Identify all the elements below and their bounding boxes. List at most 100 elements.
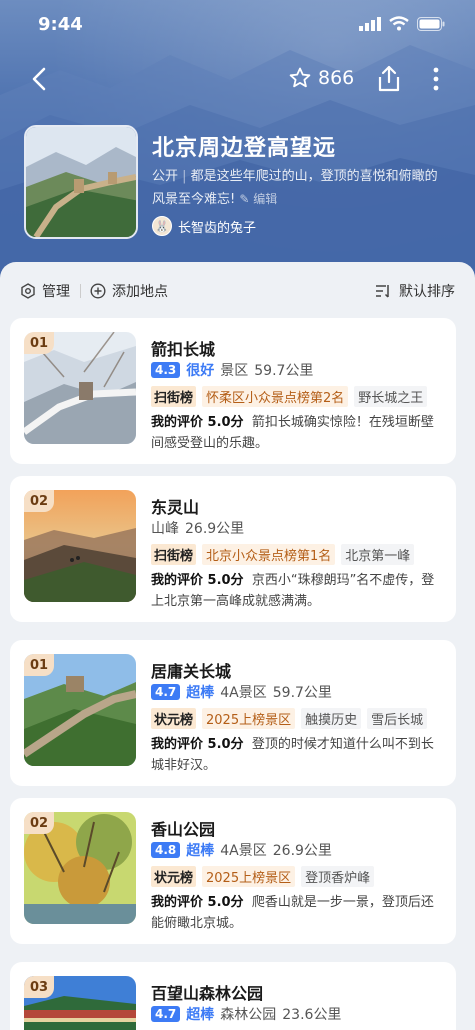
ranking-label: 状元榜 (151, 708, 197, 729)
place-meta: 山峰 26.9公里 (151, 518, 244, 538)
rating-word: 超棒 (186, 685, 215, 701)
ranking-label: 扫街榜 (151, 544, 197, 565)
rating-score: 4.3 (151, 362, 181, 378)
my-review: 我的评价 5.0分 爬香山就是一步一景，登顶后还能俯瞰北京城。 (151, 892, 443, 934)
rating-score: 4.7 (151, 684, 181, 700)
rank-badge: 01 (24, 332, 54, 354)
rating-word: 超棒 (186, 1007, 215, 1023)
signal-icon (359, 16, 381, 31)
ranking-text[interactable]: 2025上榜景区 (202, 866, 296, 887)
review-label: 我的评价 5.0分 (151, 895, 244, 910)
visibility-label: 公开 (152, 169, 179, 184)
sort-label: 默认排序 (399, 284, 455, 300)
more-icon[interactable] (428, 64, 444, 94)
ranking-text[interactable]: 2025上榜景区 (202, 708, 296, 729)
place-thumbnail: 01 (24, 654, 136, 766)
rating-word: 超棒 (186, 843, 215, 859)
place-tags: 状元榜 2025上榜景区 登顶香炉峰 (151, 866, 375, 887)
place-name: 百望山森林公园 (151, 984, 264, 1003)
place-card[interactable]: 02 香山公园 4.8 超棒 4A景区 26.9公里 状元榜 2025上榜景区 … (10, 798, 456, 944)
rating-word: 很好 (186, 363, 215, 379)
my-review: 我的评价 5.0分 京西小“珠穆朗玛”名不虚传，登上北京第一高峰成就感满满。 (151, 570, 443, 612)
list-title: 北京周边登高望远 (152, 136, 337, 161)
wifi-icon (389, 16, 409, 31)
place-category: 山峰 (151, 521, 179, 537)
place-distance: 26.9公里 (185, 521, 245, 537)
place-card[interactable]: 02 东灵山 山峰 26.9公里 扫街榜 北京小众景点榜第1名 北京第一峰 我的… (10, 476, 456, 622)
my-review: 我的评价 5.0分 登顶的时候才知道什么叫不到长城非好汉。 (151, 734, 443, 776)
sort-icon (376, 285, 389, 298)
plus-circle-icon (90, 283, 106, 299)
list-toolbar: 管理 添加地点 默认排序 (0, 276, 475, 306)
avatar: 🐰 (152, 216, 172, 236)
settings-icon (21, 283, 35, 299)
place-tags: 扫街榜 北京小众景点榜第1名 北京第一峰 (151, 544, 415, 565)
author-row[interactable]: 🐰 长智齿的兔子 (152, 216, 256, 236)
back-arrow-icon[interactable] (26, 64, 56, 94)
place-name: 居庸关长城 (151, 662, 232, 681)
ranking-text[interactable]: 北京小众景点榜第1名 (202, 544, 336, 565)
place-meta: 4.8 超棒 4A景区 26.9公里 (151, 840, 332, 860)
place-category: 景区 (220, 363, 249, 379)
list-cover-image (24, 125, 138, 239)
toolbar-divider (80, 284, 81, 298)
place-category: 森林公园 (220, 1007, 277, 1023)
top-nav: 866 (0, 56, 475, 104)
place-name: 东灵山 (151, 498, 200, 517)
place-meta: 4.7 超棒 4A景区 59.7公里 (151, 682, 332, 702)
ranking-text[interactable]: 怀柔区小众景点榜第2名 (202, 386, 349, 407)
author-name: 长智齿的兔子 (178, 220, 257, 236)
manage-label: 管理 (42, 284, 70, 300)
review-label: 我的评价 5.0分 (151, 737, 244, 752)
place-tags: 状元榜 2025上榜景区 触摸历史 雪后长城 (151, 708, 428, 729)
share-icon[interactable] (374, 64, 404, 94)
status-time: 9:44 (38, 14, 83, 35)
place-card[interactable]: 03 百望山森林公园 4.7 超棒 森林公园 23.6公里 (10, 962, 456, 1030)
place-distance: 23.6公里 (282, 1007, 342, 1023)
place-distance: 59.7公里 (272, 685, 332, 701)
rank-badge: 02 (24, 812, 54, 834)
rank-badge: 03 (24, 976, 54, 998)
favorite-button[interactable]: 866 (288, 66, 354, 90)
place-grade: 4A景区 (220, 843, 267, 859)
place-distance: 26.9公里 (272, 843, 332, 859)
place-grade: 4A景区 (220, 685, 267, 701)
description-text: 都是这些年爬过的山，登顶的喜悦和俯瞰的风景至今难忘! (152, 169, 438, 207)
place-card[interactable]: 01 箭扣长城 4.3 很好 景区 59.7公里 扫街榜 怀柔区小众景点榜第2名… (10, 318, 456, 464)
feature-tag: 北京第一峰 (341, 544, 415, 565)
rating-score: 4.7 (151, 1006, 181, 1022)
status-bar: 9:44 (0, 0, 475, 50)
place-meta: 4.3 很好 景区 59.7公里 (151, 360, 313, 380)
star-icon (289, 67, 311, 88)
place-tags: 扫街榜 怀柔区小众景点榜第2名 野长城之王 (151, 386, 428, 407)
header-banner: 9:44 866 北京周边登高望远 公开 | 都是这些年爬过的山，登顶的喜悦和俯… (0, 0, 475, 300)
feature-tag: 雪后长城 (367, 708, 428, 729)
add-place-button[interactable]: 添加地点 (90, 281, 168, 301)
manage-button[interactable]: 管理 (20, 281, 70, 301)
list-description: 公开 | 都是这些年爬过的山，登顶的喜悦和俯瞰的风景至今难忘! ✎ 编辑 (152, 169, 438, 207)
rank-badge: 02 (24, 490, 54, 512)
add-place-label: 添加地点 (112, 284, 168, 300)
sort-button[interactable]: 默认排序 (375, 281, 455, 301)
place-name: 箭扣长城 (151, 340, 216, 359)
edit-button[interactable]: ✎ 编辑 (239, 192, 277, 206)
ranking-label: 扫街榜 (151, 386, 197, 407)
battery-icon (417, 16, 445, 31)
feature-tag: 野长城之王 (354, 386, 428, 407)
review-label: 我的评价 5.0分 (151, 415, 244, 430)
rating-score: 4.8 (151, 842, 181, 858)
place-thumbnail: 01 (24, 332, 136, 444)
favorite-count: 866 (318, 67, 355, 89)
place-distance: 59.7公里 (254, 363, 314, 379)
status-icons (359, 16, 445, 31)
my-review: 我的评价 5.0分 箭扣长城确实惊险！在残垣断壁间感受登山的乐趣。 (151, 412, 443, 454)
review-label: 我的评价 5.0分 (151, 573, 244, 588)
place-name: 香山公园 (151, 820, 216, 839)
place-thumbnail: 02 (24, 812, 136, 924)
place-meta: 4.7 超棒 森林公园 23.6公里 (151, 1004, 341, 1024)
edit-label: 编辑 (253, 192, 278, 206)
place-thumbnail: 02 (24, 490, 136, 602)
place-card[interactable]: 01 居庸关长城 4.7 超棒 4A景区 59.7公里 状元榜 2025上榜景区… (10, 640, 456, 786)
place-thumbnail: 03 (24, 976, 136, 1030)
feature-tag: 触摸历史 (301, 708, 362, 729)
